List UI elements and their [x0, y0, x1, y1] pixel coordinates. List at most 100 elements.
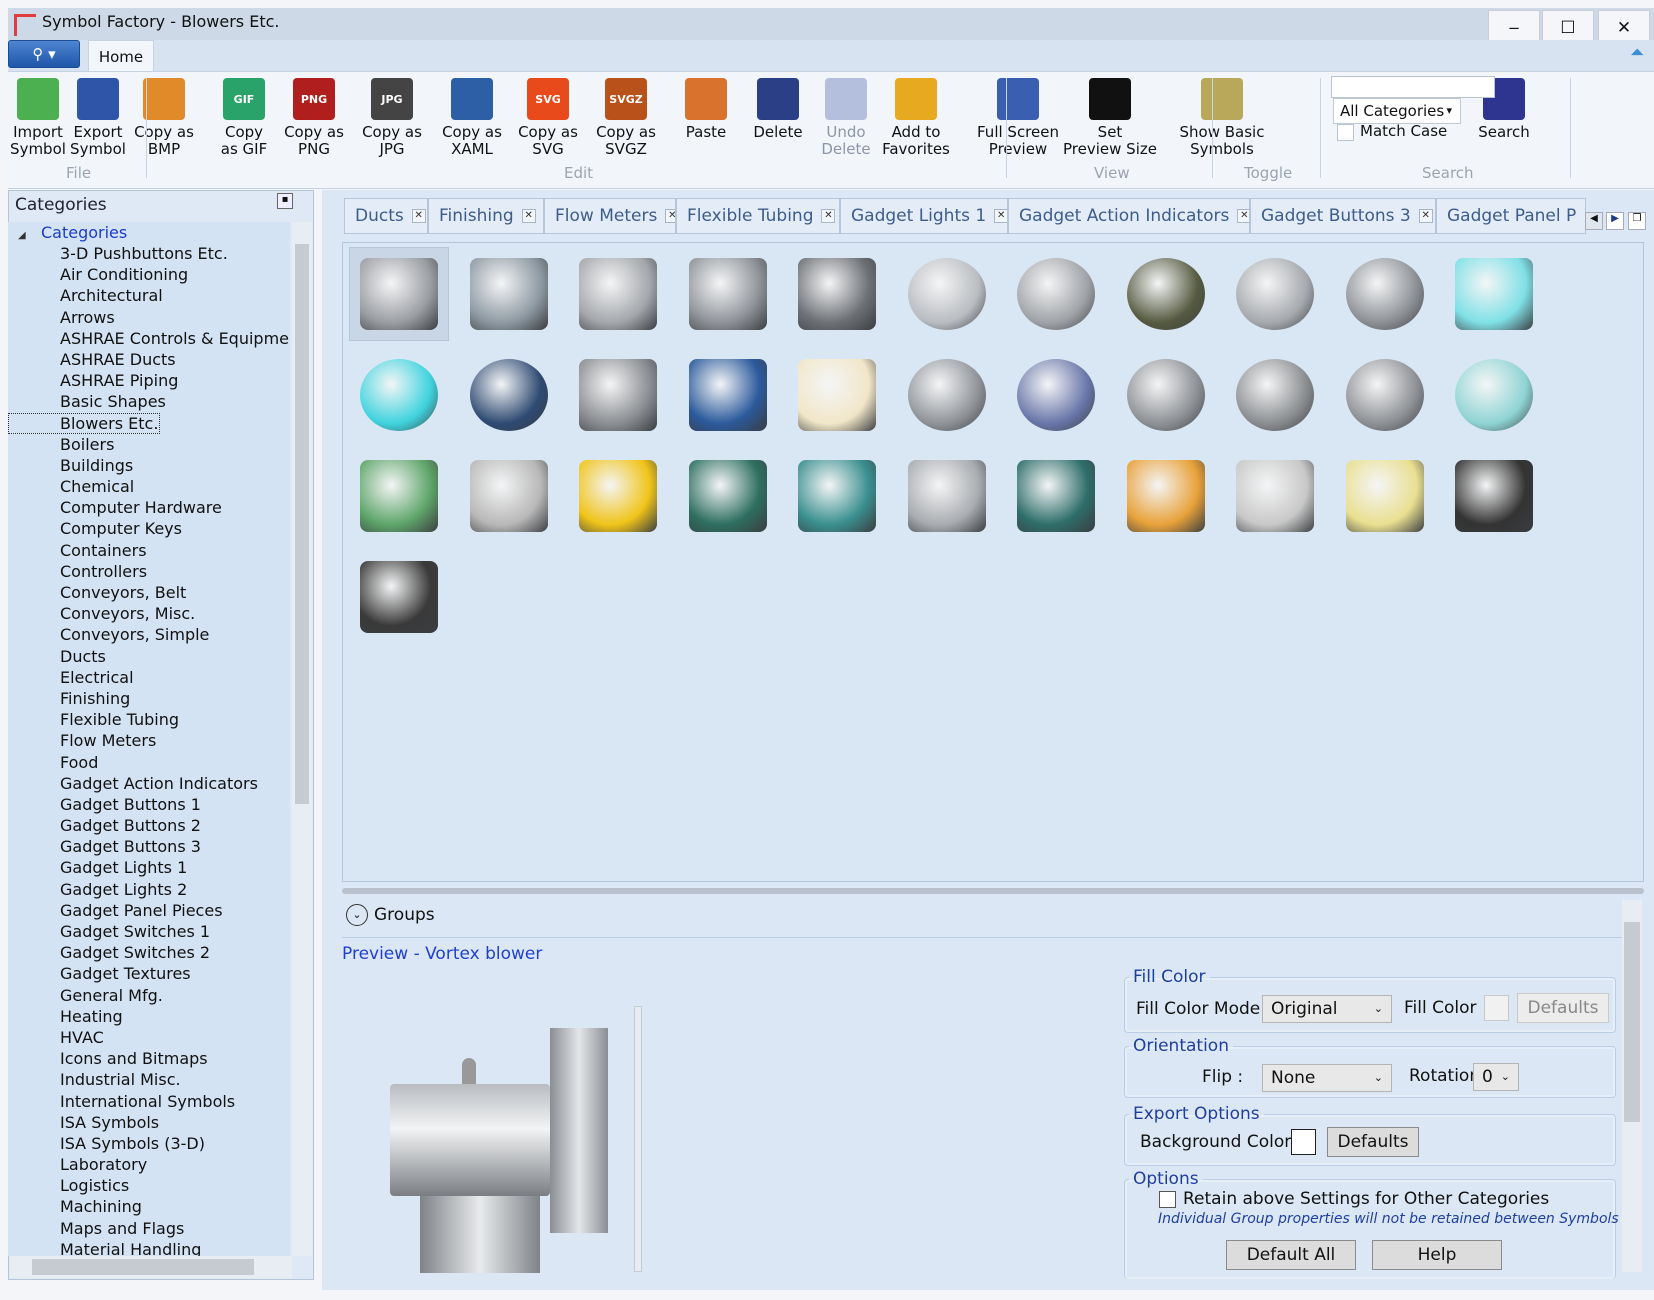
- category-item[interactable]: Flow Meters: [8, 730, 290, 751]
- delete-button[interactable]: Delete: [743, 78, 813, 141]
- copy-as-jpg-button[interactable]: JPG Copy as JPG: [352, 78, 432, 158]
- category-item[interactable]: Computer Hardware: [8, 497, 290, 518]
- category-item[interactable]: Chemical: [8, 476, 290, 497]
- tab-list-button[interactable]: ❐: [1628, 212, 1646, 230]
- category-item[interactable]: ASHRAE Ducts: [8, 349, 290, 370]
- tab-flow-meters[interactable]: Flow Meters ✕: [544, 198, 676, 234]
- symbol-thumbnail[interactable]: [787, 247, 887, 341]
- category-item[interactable]: Computer Keys: [8, 518, 290, 539]
- close-tab-icon[interactable]: ✕: [994, 209, 1007, 223]
- copy-as-xaml-button[interactable]: Copy as XAML: [432, 78, 512, 158]
- symbol-thumbnail[interactable]: [459, 247, 559, 341]
- category-item[interactable]: Gadget Lights 2: [8, 879, 290, 900]
- search-input[interactable]: [1331, 76, 1495, 98]
- category-item[interactable]: Conveyors, Belt: [8, 582, 290, 603]
- symbol-thumbnail[interactable]: [568, 449, 668, 543]
- symbol-thumbnail[interactable]: [1116, 348, 1216, 442]
- show-basic-symbols-button[interactable]: Show Basic Symbols: [1172, 78, 1272, 158]
- category-item[interactable]: General Mfg.: [8, 985, 290, 1006]
- tab-scroll-right-button[interactable]: ▶: [1606, 212, 1624, 230]
- symbol-thumbnail[interactable]: [897, 247, 997, 341]
- category-item[interactable]: Laboratory: [8, 1154, 290, 1175]
- tab-flexible-tubing[interactable]: Flexible Tubing ✕: [676, 198, 840, 234]
- category-item[interactable]: Basic Shapes: [8, 391, 290, 412]
- copy-as-svg-button[interactable]: SVG Copy as SVG: [508, 78, 588, 158]
- category-item[interactable]: Controllers: [8, 561, 290, 582]
- category-hscrollbar[interactable]: [10, 1256, 292, 1278]
- category-item[interactable]: Food: [8, 752, 290, 773]
- category-item[interactable]: Gadget Action Indicators: [8, 773, 290, 794]
- category-vscrollbar[interactable]: [292, 222, 312, 1256]
- category-item[interactable]: Gadget Buttons 3: [8, 836, 290, 857]
- symbol-thumbnail[interactable]: [1116, 449, 1216, 543]
- splitter[interactable]: [342, 888, 1644, 894]
- category-item[interactable]: Icons and Bitmaps: [8, 1048, 290, 1069]
- category-item[interactable]: Blowers Etc.: [8, 412, 161, 434]
- close-tab-icon[interactable]: ✕: [1237, 209, 1249, 223]
- export-defaults-button[interactable]: Defaults: [1327, 1127, 1419, 1157]
- collapse-ribbon-icon[interactable]: ⏶: [1630, 42, 1644, 63]
- symbol-thumbnail[interactable]: [897, 449, 997, 543]
- tab-gadget-action-indicators[interactable]: Gadget Action Indicators ✕: [1008, 198, 1250, 234]
- category-item[interactable]: Gadget Switches 1: [8, 921, 290, 942]
- tab-scroll-left-button[interactable]: ◀: [1585, 212, 1603, 230]
- tab-gadget-lights-1[interactable]: Gadget Lights 1 ✕: [840, 198, 1008, 234]
- category-item[interactable]: Gadget Buttons 2: [8, 815, 290, 836]
- category-item[interactable]: Maps and Flags: [8, 1218, 290, 1239]
- category-item[interactable]: Heating: [8, 1006, 290, 1027]
- category-item[interactable]: Gadget Buttons 1: [8, 794, 290, 815]
- category-item[interactable]: Containers: [8, 540, 290, 561]
- tab-home[interactable]: Home: [88, 40, 154, 72]
- symbol-thumbnail[interactable]: [1225, 247, 1325, 341]
- symbol-thumbnail[interactable]: [787, 348, 887, 442]
- category-item[interactable]: ASHRAE Piping: [8, 370, 290, 391]
- category-item[interactable]: ASHRAE Controls & Equipme: [8, 328, 290, 349]
- application-menu-button[interactable]: ⚲ ▾: [8, 40, 80, 68]
- category-item[interactable]: Machining: [8, 1196, 290, 1217]
- set-preview-size-button[interactable]: Set Preview Size: [1055, 78, 1165, 158]
- symbol-thumbnail[interactable]: [678, 348, 778, 442]
- category-item[interactable]: Boilers: [8, 434, 290, 455]
- close-tab-icon[interactable]: ✕: [665, 209, 675, 223]
- fill-color-defaults-button[interactable]: Defaults: [1517, 993, 1609, 1023]
- export-symbol-button[interactable]: Export Symbol: [68, 78, 128, 158]
- groups-expander[interactable]: ⌄: [346, 904, 368, 926]
- copy-as-png-button[interactable]: PNG Copy as PNG: [274, 78, 354, 158]
- category-item[interactable]: Conveyors, Simple: [8, 624, 290, 645]
- pin-icon[interactable]: ▪: [277, 193, 293, 209]
- category-item[interactable]: Air Conditioning: [8, 264, 290, 285]
- symbol-thumbnail[interactable]: [1444, 247, 1544, 341]
- match-case-checkbox[interactable]: [1337, 124, 1354, 141]
- symbol-thumbnail[interactable]: [897, 348, 997, 442]
- tab-gadget-buttons-3[interactable]: Gadget Buttons 3 ✕: [1250, 198, 1436, 234]
- symbol-thumbnail[interactable]: [1444, 449, 1544, 543]
- symbol-thumbnail[interactable]: [1335, 348, 1435, 442]
- full-screen-preview-button[interactable]: Full Screen Preview: [968, 78, 1068, 158]
- default-all-button[interactable]: Default All: [1226, 1240, 1356, 1270]
- category-item[interactable]: Architectural: [8, 285, 290, 306]
- copy-as-gif-button[interactable]: GIF Copy as GIF: [209, 78, 279, 158]
- symbol-thumbnail[interactable]: [568, 348, 668, 442]
- symbol-thumbnail[interactable]: [1006, 348, 1106, 442]
- category-item[interactable]: Gadget Panel Pieces: [8, 900, 290, 921]
- paste-button[interactable]: Paste: [671, 78, 741, 141]
- symbol-thumbnail[interactable]: [678, 247, 778, 341]
- category-item[interactable]: HVAC: [8, 1027, 290, 1048]
- category-item[interactable]: ISA Symbols (3-D): [8, 1133, 290, 1154]
- symbol-thumbnail[interactable]: [1006, 449, 1106, 543]
- category-item[interactable]: ISA Symbols: [8, 1112, 290, 1133]
- category-item[interactable]: International Symbols: [8, 1091, 290, 1112]
- symbol-thumbnail[interactable]: [349, 550, 449, 644]
- category-item[interactable]: Arrows: [8, 307, 290, 328]
- close-tab-icon[interactable]: ✕: [1418, 209, 1433, 223]
- category-item[interactable]: Industrial Misc.: [8, 1069, 290, 1090]
- symbol-thumbnail[interactable]: [1225, 449, 1325, 543]
- help-button[interactable]: Help: [1372, 1240, 1502, 1270]
- category-item[interactable]: Conveyors, Misc.: [8, 603, 290, 624]
- category-item[interactable]: Ducts: [8, 646, 290, 667]
- category-item[interactable]: Finishing: [8, 688, 290, 709]
- symbol-thumbnail[interactable]: [459, 348, 559, 442]
- category-item[interactable]: Gadget Switches 2: [8, 942, 290, 963]
- tab-ducts[interactable]: Ducts ✕: [344, 198, 428, 234]
- symbol-thumbnail[interactable]: [1444, 348, 1544, 442]
